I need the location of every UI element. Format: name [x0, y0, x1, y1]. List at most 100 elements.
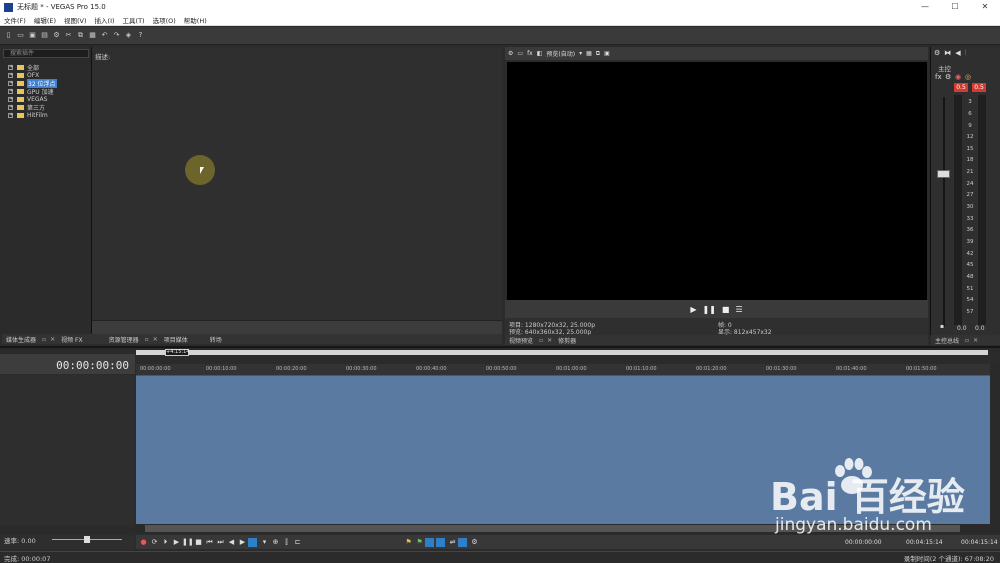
pause-icon[interactable]: ❚❚ — [703, 305, 716, 314]
lock-icon[interactable]: ▪ — [940, 323, 944, 330]
next-frame-icon[interactable]: ▶ — [237, 538, 248, 546]
close-tab-icon[interactable]: ✕ — [971, 337, 980, 344]
expand-icon[interactable]: + — [8, 72, 13, 78]
tree-item-hitfilm[interactable]: + HitFilm — [8, 111, 48, 119]
go-to-end-icon[interactable]: ⏭ — [215, 538, 226, 547]
tab-explorer[interactable]: 资源管理器 — [105, 335, 143, 344]
menu-view[interactable]: 视图(V) — [60, 15, 91, 25]
stop-icon[interactable]: ■ — [193, 538, 204, 546]
record-button[interactable]: ● — [138, 538, 149, 546]
menu-icon[interactable]: ☰ — [735, 305, 742, 314]
region-icon[interactable]: ⚑ — [414, 538, 425, 546]
tab-media-generators[interactable]: 媒体生成器 — [2, 335, 40, 344]
undock-icon[interactable]: ▫ — [963, 337, 971, 344]
auto-crossfade-icon[interactable] — [436, 537, 445, 547]
cut-icon[interactable]: ✂ — [64, 31, 73, 40]
chevron-down-icon[interactable]: ▾ — [259, 538, 270, 546]
undock-icon[interactable]: ▫ — [143, 336, 151, 343]
lock-envelopes-icon[interactable]: ⇌ — [447, 538, 458, 546]
overlays-icon[interactable]: ▦ — [586, 50, 592, 57]
menu-edit[interactable]: 编辑(E) — [30, 15, 60, 25]
new-file-icon[interactable]: ▯ — [4, 31, 13, 40]
tree-item-third-party[interactable]: + 第三方 — [8, 103, 45, 112]
close-tab-icon[interactable]: ✕ — [545, 337, 554, 344]
close-tab-icon[interactable]: ✕ — [48, 336, 57, 343]
tab-trimmer[interactable]: 修剪器 — [554, 336, 580, 345]
open-folder-icon[interactable]: ▭ — [16, 31, 25, 40]
render-icon[interactable]: ▤ — [40, 31, 49, 40]
snap-icon[interactable]: ⊕ — [270, 538, 281, 546]
expand-icon[interactable]: + — [8, 88, 13, 94]
expand-icon[interactable]: + — [8, 112, 13, 118]
snap-icon[interactable]: ◈ — [124, 31, 133, 40]
pause-icon[interactable]: ❚❚ — [182, 538, 194, 546]
split-icon[interactable]: ⫿ — [281, 538, 292, 547]
menu-insert[interactable]: 插入(I) — [91, 15, 119, 25]
undock-icon[interactable]: ▫ — [40, 336, 48, 343]
loop-region-bar[interactable] — [136, 350, 988, 355]
play-from-start-icon[interactable]: ⏵ — [160, 538, 171, 547]
loop-icon[interactable]: ⟳ — [149, 538, 160, 546]
stop-icon[interactable]: ■ — [722, 305, 730, 314]
copy-icon[interactable]: ⧉ — [76, 31, 85, 40]
menu-tools[interactable]: 工具(T) — [119, 15, 149, 25]
trim-icon[interactable]: ⊏ — [292, 538, 303, 546]
tab-transitions[interactable]: 转场 — [206, 335, 226, 344]
marker-icon[interactable]: ⚑ — [403, 538, 414, 546]
settings-icon[interactable]: ⚙ — [469, 538, 480, 546]
timeline-ruler[interactable]: 00:00:00:00 00:00:10:00 00:00:20:00 00:0… — [136, 364, 990, 376]
speaker-icon[interactable]: ◀ — [955, 49, 960, 57]
tab-master-bus[interactable]: 主控总线 — [931, 336, 963, 345]
minimize-button[interactable]: — — [910, 0, 940, 14]
preview-settings-gear-icon[interactable]: ⚙ — [508, 50, 513, 57]
expand-icon[interactable]: + — [8, 104, 13, 110]
maximize-button[interactable]: ☐ — [940, 0, 970, 14]
go-to-start-icon[interactable]: ⏮ — [204, 538, 215, 547]
play-icon[interactable]: ▶ — [171, 538, 182, 546]
edit-tool-icon[interactable] — [248, 537, 257, 547]
tab-video-preview[interactable]: 视频预览 — [505, 336, 537, 345]
rate-slider-knob[interactable] — [84, 536, 90, 543]
timecode-display[interactable]: 00:00:00:00 — [56, 359, 129, 372]
fx-icon[interactable]: fx — [527, 50, 533, 57]
prev-frame-icon[interactable]: ◀ — [226, 538, 237, 546]
expand-icon[interactable]: + — [8, 64, 13, 70]
help-icon[interactable]: ? — [136, 31, 145, 40]
menu-help[interactable]: 帮助(H) — [180, 15, 211, 25]
redo-icon[interactable]: ↷ — [112, 31, 121, 40]
undock-icon[interactable]: ▫ — [537, 337, 545, 344]
snapping-icon[interactable] — [458, 537, 467, 547]
solo-icon[interactable]: ◎ — [965, 73, 971, 81]
close-tab-icon[interactable]: ✕ — [151, 336, 160, 343]
preview-quality-select[interactable]: 预览(自动) — [546, 49, 575, 58]
save-snapshot-icon[interactable]: ▣ — [604, 50, 610, 57]
expand-icon[interactable]: + — [8, 96, 13, 102]
play-icon[interactable]: ▶ — [690, 305, 696, 314]
preview-device-icon[interactable]: ▭ — [517, 50, 523, 57]
master-settings-icon[interactable]: ⚙ — [945, 73, 951, 81]
tree-item-all[interactable]: + 全部 — [8, 63, 39, 72]
mixer-icon[interactable]: ⫶ — [965, 49, 967, 58]
record-icon[interactable]: ◉ — [955, 73, 961, 81]
master-fader-knob[interactable] — [937, 170, 950, 178]
menu-options[interactable]: 选项(O) — [149, 15, 180, 25]
tab-video-fx[interactable]: 视频 FX — [57, 335, 86, 344]
video-preview-screen[interactable] — [507, 62, 927, 300]
ripple-icon[interactable] — [425, 537, 434, 547]
menu-file[interactable]: 文件(F) — [0, 15, 30, 25]
copy-snapshot-icon[interactable]: ⧉ — [596, 50, 600, 58]
downmix-icon[interactable]: ⧓ — [944, 49, 951, 57]
master-fx-icon[interactable]: fx — [935, 73, 942, 81]
tree-item-gpu[interactable]: + GPU 加速 — [8, 87, 54, 96]
chevron-down-icon[interactable]: ▾ — [579, 50, 582, 57]
master-settings-gear-icon[interactable]: ⚙ — [934, 49, 940, 57]
settings-gear-icon[interactable]: ⚙ — [52, 31, 61, 40]
expand-icon[interactable]: + — [8, 80, 13, 86]
loop-length-marker[interactable]: +4:15:14 — [165, 349, 189, 356]
undo-icon[interactable]: ↶ — [100, 31, 109, 40]
close-button[interactable]: ✕ — [970, 0, 1000, 14]
timeline-vertical-scrollbar[interactable] — [990, 364, 1000, 524]
plugin-search-input[interactable]: 搜索插件 — [3, 49, 89, 58]
track-list[interactable] — [0, 375, 135, 525]
split-screen-icon[interactable]: ◧ — [537, 50, 543, 57]
